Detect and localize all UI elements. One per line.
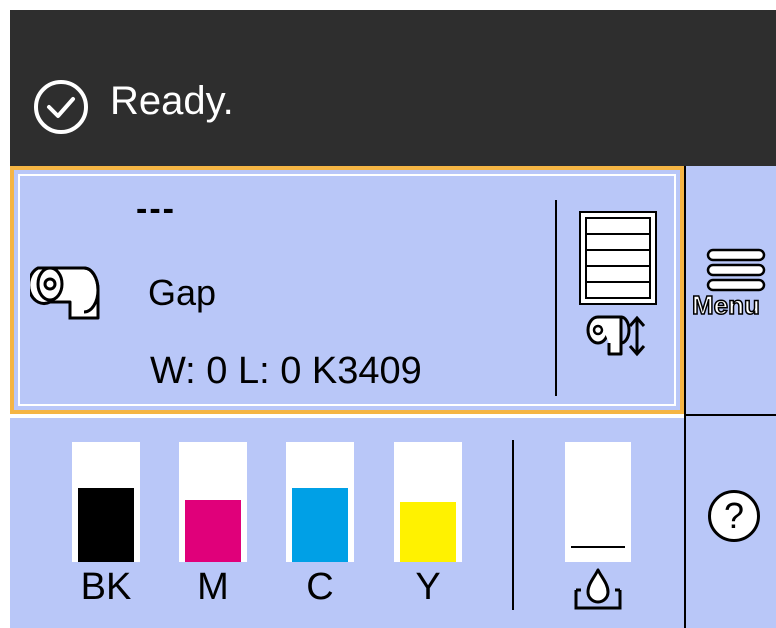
media-size-label: W: 0 L: 0 K3409 <box>150 350 422 392</box>
maintenance-box-gauge <box>565 442 631 562</box>
ink-label-c: C <box>306 566 334 608</box>
media-type-label: Gap <box>148 272 217 313</box>
ink-gauge-y <box>394 442 462 562</box>
ink-label-y: Y <box>415 566 441 608</box>
media-panel-divider <box>555 200 557 396</box>
ink-gauge-c <box>286 442 354 562</box>
help-button[interactable]: ? <box>686 416 776 628</box>
check-circle-icon <box>34 80 88 134</box>
hamburger-icon <box>706 248 766 292</box>
help-icon: ? <box>708 490 760 542</box>
menu-label: Menu <box>691 289 760 321</box>
ink-level-bk <box>78 488 134 562</box>
panel-gap <box>10 414 684 418</box>
ink-gauge-bk <box>72 442 140 562</box>
maintenance-level-line <box>571 546 625 548</box>
ink-level-m <box>185 500 241 562</box>
ink-label-m: M <box>197 566 229 608</box>
maintenance-box-icon <box>574 568 622 610</box>
ink-label-bk: BK <box>80 566 132 608</box>
paper-stack-icon <box>579 211 657 305</box>
menu-button[interactable]: Menu <box>686 166 776 414</box>
feed-adjust-icon <box>586 315 646 357</box>
ink-level-y <box>400 502 456 562</box>
paper-roll-icon <box>30 266 100 320</box>
status-text: Ready. <box>110 79 234 123</box>
ink-level-c <box>292 488 348 562</box>
media-source-line: --- <box>136 190 176 228</box>
ink-divider <box>512 440 514 610</box>
ink-gauge-m <box>179 442 247 562</box>
